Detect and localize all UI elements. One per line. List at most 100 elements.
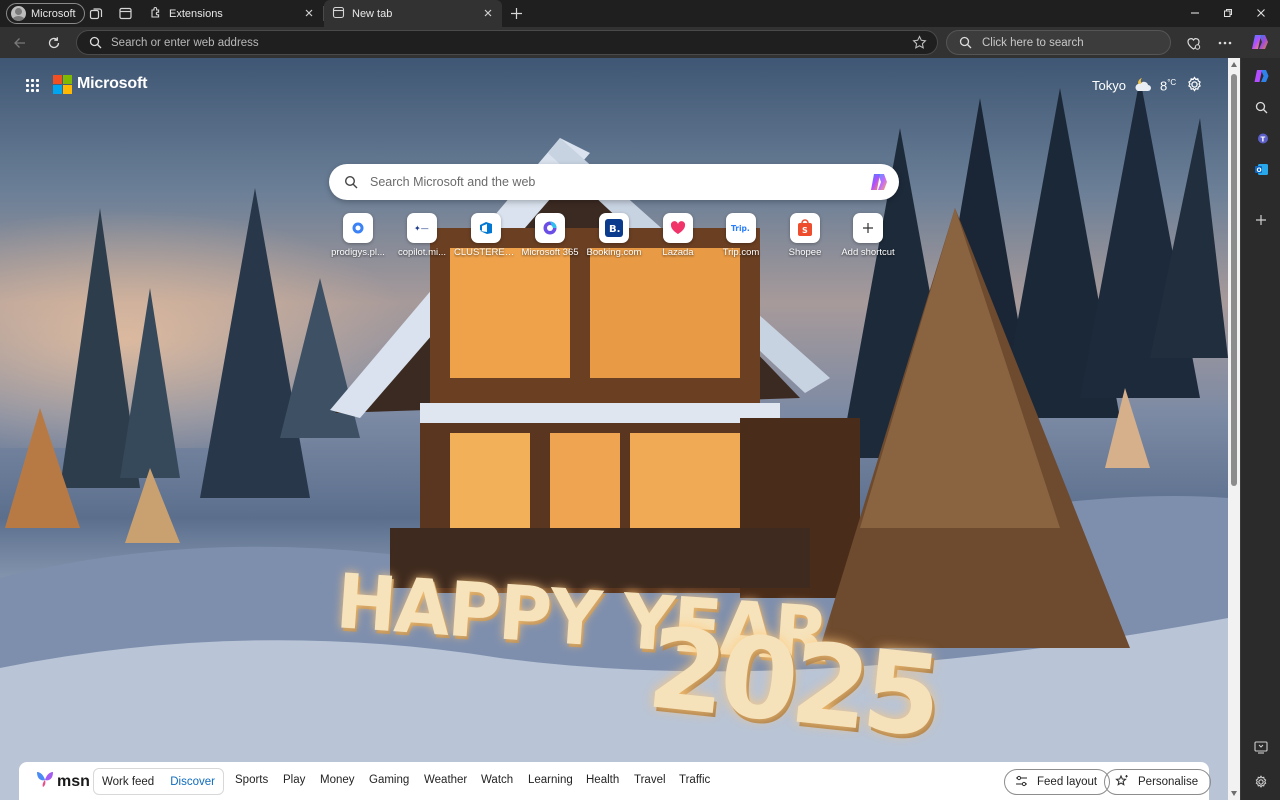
shortcut-label: CLUSTERED ... xyxy=(454,247,518,258)
copilot-icon[interactable] xyxy=(1250,32,1270,55)
plus-icon xyxy=(853,213,883,243)
feed-toggle: Work feed Discover xyxy=(93,768,224,795)
shortcut-label: Add shortcut xyxy=(841,247,895,258)
nav-money[interactable]: Money xyxy=(320,774,355,786)
tab-actions-icon[interactable] xyxy=(117,5,134,22)
msn-feed-bar: msn Work feed Discover Sports Play Money… xyxy=(19,762,1212,800)
nav-travel[interactable]: Travel xyxy=(634,774,666,786)
web-search-placeholder: Search Microsoft and the web xyxy=(370,175,536,189)
apps-grid-icon[interactable] xyxy=(26,79,40,93)
page-scrollbar[interactable] xyxy=(1228,58,1240,800)
msn-logo[interactable]: msn xyxy=(35,770,90,793)
copilot-icon[interactable] xyxy=(868,171,890,196)
nav-play[interactable]: Play xyxy=(283,774,305,786)
sparkle-star-icon xyxy=(1115,774,1129,791)
page-settings-gear-icon[interactable] xyxy=(1186,76,1203,96)
trip-icon: Trip. xyxy=(726,213,756,243)
nav-weather[interactable]: Weather xyxy=(424,774,467,786)
avatar xyxy=(11,6,26,21)
close-icon[interactable] xyxy=(303,7,315,19)
scroll-down-arrow-icon[interactable] xyxy=(1231,791,1237,796)
svg-text:T: T xyxy=(1260,135,1265,143)
feed-tab-work[interactable]: Work feed xyxy=(102,776,154,788)
teams-icon[interactable]: T xyxy=(1252,129,1270,147)
address-bar[interactable]: Search or enter web address xyxy=(76,30,938,55)
tab-strip: Microsoft Extensions New tab xyxy=(0,0,1280,27)
shortcut-lazada[interactable]: Lazada xyxy=(649,213,707,261)
weather-widget[interactable]: Tokyo 8°C xyxy=(1092,76,1176,95)
restore-icon[interactable] xyxy=(1218,4,1238,22)
window-close-icon[interactable] xyxy=(1251,4,1271,22)
search-icon xyxy=(344,175,358,192)
search-icon xyxy=(959,36,972,52)
more-options-icon[interactable] xyxy=(1215,33,1235,53)
lazada-icon xyxy=(663,213,693,243)
tab-new-tab[interactable]: New tab xyxy=(324,0,502,27)
profile-label: Microsoft xyxy=(31,7,76,20)
shortcut-booking[interactable]: B. Booking.com xyxy=(585,213,643,261)
msn-wordmark: msn xyxy=(57,772,90,790)
shortcut-label: prodigys.pl... xyxy=(331,247,385,258)
msn-butterfly-icon xyxy=(35,770,55,793)
close-icon[interactable] xyxy=(482,7,494,19)
toolbar-search-box[interactable]: Click here to search xyxy=(946,30,1171,55)
workspaces-icon[interactable] xyxy=(87,5,104,22)
shortcut-microsoft-365[interactable]: Microsoft 365 xyxy=(521,213,579,261)
microsoft-logo-icon xyxy=(53,75,72,94)
minimize-icon[interactable] xyxy=(1185,4,1205,22)
shortcut-clustered[interactable]: CLUSTERED ... xyxy=(454,213,518,261)
svg-text:O: O xyxy=(1256,167,1261,174)
nav-watch[interactable]: Watch xyxy=(481,774,513,786)
new-tab-plus-icon[interactable] xyxy=(508,5,525,22)
weather-city: Tokyo xyxy=(1092,78,1126,93)
browser-essentials-icon[interactable] xyxy=(1183,33,1203,53)
brand-name[interactable]: Microsoft xyxy=(77,75,147,93)
feed-tab-discover[interactable]: Discover xyxy=(170,776,215,788)
svg-text:S: S xyxy=(802,226,808,235)
shortcut-shopee[interactable]: S Shopee xyxy=(776,213,834,261)
scroll-up-arrow-icon[interactable] xyxy=(1231,62,1237,67)
new-tab-page: Microsoft Tokyo 8°C Search Microsoft and… xyxy=(0,58,1228,800)
sidebar-settings-gear-icon[interactable] xyxy=(1252,773,1270,791)
shopee-icon: S xyxy=(790,213,820,243)
nav-learning[interactable]: Learning xyxy=(528,774,573,786)
shortcut-add[interactable]: Add shortcut xyxy=(839,213,897,261)
scrollbar-thumb[interactable] xyxy=(1231,74,1237,486)
microsoft-365-icon xyxy=(535,213,565,243)
edge-sidebar: T O xyxy=(1240,58,1280,800)
personalise-button[interactable]: Personalise xyxy=(1104,769,1212,795)
shortcut-label: copilot.mi... xyxy=(397,247,447,258)
shortcut-copilot[interactable]: ✦— copilot.mi... xyxy=(393,213,451,261)
web-search-input[interactable]: Search Microsoft and the web xyxy=(329,164,899,200)
new-tab-page-icon xyxy=(332,6,345,22)
svg-text:Trip.: Trip. xyxy=(731,224,750,233)
refresh-icon[interactable] xyxy=(44,33,64,53)
feed-layout-button[interactable]: Feed layout xyxy=(1004,769,1111,795)
sliders-icon xyxy=(1015,775,1028,790)
add-sidebar-app-icon[interactable] xyxy=(1252,211,1270,229)
favorite-star-icon[interactable] xyxy=(912,35,927,53)
tab-extensions[interactable]: Extensions xyxy=(141,0,323,27)
personalise-label: Personalise xyxy=(1138,776,1199,788)
back-arrow-icon[interactable] xyxy=(10,33,30,53)
shortcut-label: Microsoft 365 xyxy=(521,247,579,258)
outlook-icon[interactable]: O xyxy=(1252,160,1270,178)
weather-temperature: 8°C xyxy=(1159,77,1177,94)
nav-health[interactable]: Health xyxy=(586,774,619,786)
nav-sports[interactable]: Sports xyxy=(235,774,268,786)
shortcut-label: Booking.com xyxy=(586,247,642,258)
shortcut-label: Trip.com xyxy=(722,247,760,258)
shortcut-trip[interactable]: Trip. Trip.com xyxy=(712,213,770,261)
svg-text:✦—: ✦— xyxy=(414,224,429,233)
nav-gaming[interactable]: Gaming xyxy=(369,774,409,786)
nav-traffic[interactable]: Traffic xyxy=(679,774,710,786)
toolbar-search-placeholder: Click here to search xyxy=(982,36,1084,49)
booking-icon: B. xyxy=(599,213,629,243)
profile-button[interactable]: Microsoft xyxy=(6,3,85,24)
search-icon[interactable] xyxy=(1252,98,1270,116)
copilot-icon[interactable] xyxy=(1252,67,1270,85)
hide-sidebar-icon[interactable] xyxy=(1252,738,1270,756)
shortcut-prodigys[interactable]: prodigys.pl... xyxy=(329,213,387,261)
svg-text:B.: B. xyxy=(609,224,620,235)
copilot-app-icon: ✦— xyxy=(407,213,437,243)
